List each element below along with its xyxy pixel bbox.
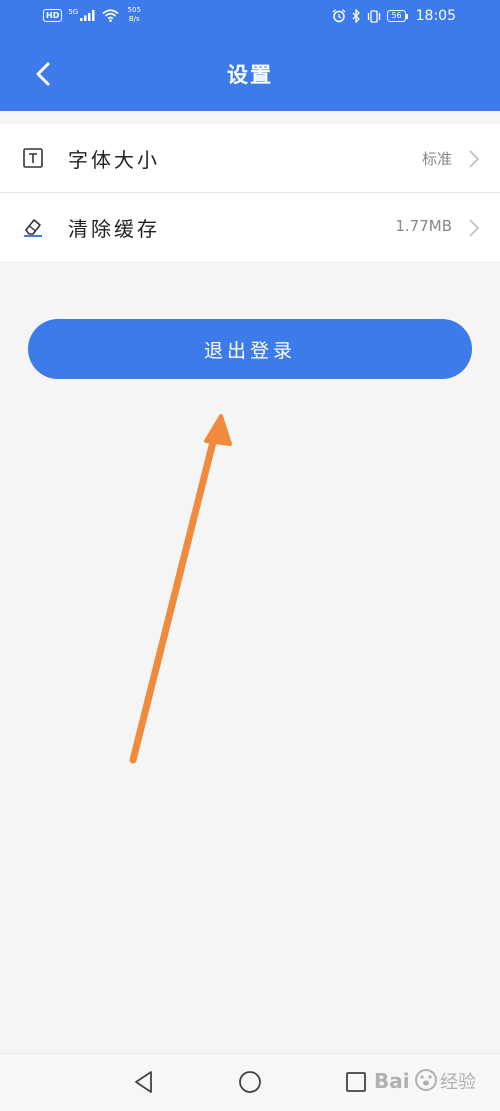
recents-square-icon[interactable] <box>343 1069 369 1095</box>
alarm-icon <box>333 9 346 23</box>
status-bar: HD 5G 505 B/s 56 18:05 <box>0 0 500 34</box>
network-speed-unit: B/s <box>128 15 140 23</box>
settings-item-value: 1.77MB <box>395 217 452 235</box>
title-row: 设置 <box>0 52 500 96</box>
status-time: 18:05 <box>415 8 456 24</box>
vibrate-icon <box>368 9 381 23</box>
bluetooth-icon <box>352 9 361 23</box>
status-right: 56 18:05 <box>332 8 456 24</box>
chevron-right-icon <box>469 219 480 237</box>
settings-list: 字体大小 标准 清除缓存 1.77MB <box>0 124 500 261</box>
app-header: HD 5G 505 B/s 56 18:05 设置 <box>0 0 500 111</box>
watermark-logo-icon: Bai 经验 <box>374 1069 476 1093</box>
eraser-icon <box>24 219 42 237</box>
logout-button[interactable]: 退出登录 <box>28 319 472 379</box>
hd-badge: HD <box>43 8 63 22</box>
status-left: HD 5G 505 B/s <box>43 6 143 24</box>
settings-item-font-size[interactable]: 字体大小 标准 <box>0 124 500 192</box>
settings-item-label: 字体大小 <box>68 148 160 172</box>
battery-icon: 56 <box>387 10 408 22</box>
signal-icon <box>80 10 95 21</box>
settings-item-value: 标准 <box>421 150 452 168</box>
network-speed-value: 505 <box>127 6 141 14</box>
network-speed: 505 B/s <box>125 6 143 24</box>
settings-item-label: 清除缓存 <box>68 217 160 241</box>
svg-text:经验: 经验 <box>440 1072 476 1093</box>
font-size-icon <box>23 148 43 168</box>
network-type: 5G <box>68 8 79 16</box>
wifi-icon <box>102 8 119 22</box>
svg-text:Bai: Bai <box>374 1069 410 1093</box>
home-circle-icon[interactable] <box>237 1069 263 1095</box>
settings-item-clear-cache[interactable]: 清除缓存 1.77MB <box>0 192 500 261</box>
system-nav-bar: Bai 经验 <box>0 1053 500 1111</box>
back-triangle-icon[interactable] <box>131 1069 157 1095</box>
chevron-right-icon <box>469 150 480 168</box>
page-title: 设置 <box>227 63 273 87</box>
